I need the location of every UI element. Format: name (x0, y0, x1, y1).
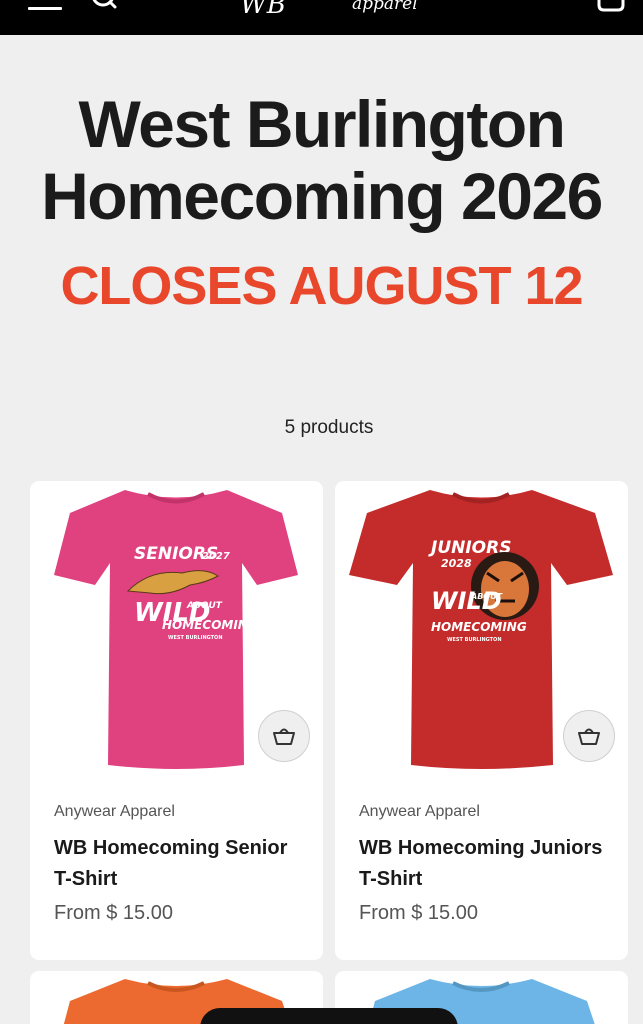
quick-add-button[interactable] (258, 710, 310, 762)
product-price: From $ 15.00 (54, 902, 173, 924)
print-year-text: 2028 (441, 557, 472, 570)
menu-icon[interactable] (28, 0, 64, 14)
page-title-line-1: West Burlington (78, 87, 566, 161)
page-title: West Burlington Homecoming 2026 (0, 88, 643, 232)
print-about-text: ABOUT (186, 601, 223, 611)
print-homecoming-text: HOMECOMING (162, 618, 258, 632)
print-school-text: WEST BURLINGTON (447, 637, 502, 643)
product-title[interactable]: WB Homecoming Senior T-Shirt (54, 833, 304, 895)
header-bar: WB apparel (0, 0, 643, 35)
print-homecoming-text: HOMECOMING (431, 620, 527, 634)
quick-add-button[interactable] (563, 710, 615, 762)
logo-subtitle: apparel (352, 0, 418, 14)
product-card-juniors[interactable]: JUNIORS 2028 WILD ABOUT HOMECOMING WEST … (335, 481, 628, 960)
print-school-text: WEST BURLINGTON (168, 635, 223, 641)
product-vendor: Anywear Apparel (54, 803, 175, 820)
basket-icon (578, 728, 600, 745)
closing-date-banner: CLOSES AUGUST 12 (60, 256, 583, 316)
product-count: 5 products (284, 417, 374, 438)
logo[interactable]: WB (240, 0, 286, 20)
product-price: From $ 15.00 (359, 902, 478, 924)
product-title[interactable]: WB Homecoming Juniors T-Shirt (359, 833, 609, 895)
print-about-text: ABOUT (470, 592, 503, 601)
print-year-text: 2027 (202, 551, 230, 562)
basket-icon (273, 728, 295, 745)
floating-filter-bar[interactable] (200, 1008, 458, 1024)
cart-icon[interactable] (596, 0, 626, 16)
product-card-seniors[interactable]: SENIORS 2027 WILD ABOUT HOMECOMING WEST … (30, 481, 323, 960)
page-title-line-2: Homecoming 2026 (41, 159, 603, 233)
search-icon[interactable] (90, 0, 118, 14)
product-vendor: Anywear Apparel (359, 803, 480, 820)
